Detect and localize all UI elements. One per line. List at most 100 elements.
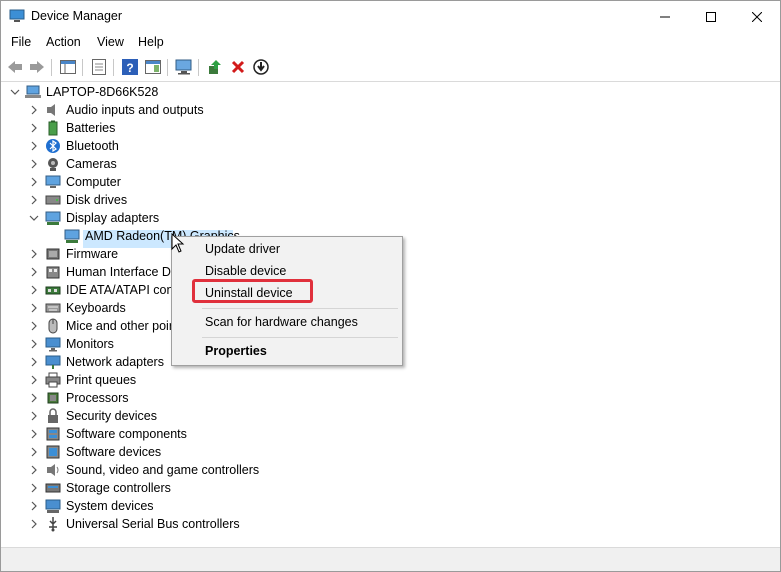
chevron-right-icon[interactable] — [29, 285, 39, 295]
tree-category-label[interactable]: Universal Serial Bus controllers — [66, 515, 240, 533]
chevron-right-icon[interactable] — [29, 195, 39, 205]
tree-category-label[interactable]: Sound, video and game controllers — [66, 461, 259, 479]
sound-icon — [45, 462, 61, 478]
tree-category-label[interactable]: Audio inputs and outputs — [66, 101, 204, 119]
tree-category-label[interactable]: Display adapters — [66, 209, 159, 227]
close-icon — [752, 11, 762, 22]
tree-category-label[interactable]: Mice and other poir — [66, 317, 173, 335]
chevron-right-icon[interactable] — [29, 483, 39, 493]
keyboard-icon — [45, 300, 61, 316]
forward-button[interactable] — [28, 58, 46, 76]
help-toolbar-button[interactable]: ? — [121, 58, 139, 76]
window-title: Device Manager — [31, 9, 123, 23]
tree-category-label[interactable]: Human Interface De — [66, 263, 178, 281]
chevron-right-icon[interactable] — [29, 105, 39, 115]
tree-root-label[interactable]: LAPTOP-8D66K528 — [46, 83, 158, 101]
scan-hardware-menu-item[interactable]: Scan for hardware changes — [205, 315, 358, 329]
chevron-right-icon[interactable] — [29, 249, 39, 259]
display-adapter-icon — [64, 228, 80, 244]
update-driver-icon — [209, 60, 221, 74]
ide-icon — [45, 282, 61, 298]
download-circle-icon — [253, 59, 269, 75]
chevron-right-icon[interactable] — [29, 465, 39, 475]
title-bar[interactable]: Device Manager — [1, 1, 780, 32]
update-driver-menu-item[interactable]: Update driver — [205, 242, 280, 256]
disable-device-toolbar-button[interactable] — [252, 58, 270, 76]
tree-category-label[interactable]: Software components — [66, 425, 187, 443]
action-pane-button[interactable] — [144, 58, 162, 76]
chevron-down-icon[interactable] — [29, 213, 39, 223]
chevron-right-icon[interactable] — [29, 339, 39, 349]
device-manager-app-icon — [9, 9, 25, 22]
display-adapter-icon — [45, 210, 61, 226]
tree-category-label[interactable]: Storage controllers — [66, 479, 171, 497]
software-device-icon — [45, 444, 61, 460]
tree-category-label[interactable]: IDE ATA/ATAPI contr — [66, 281, 181, 299]
uninstall-toolbar-button[interactable] — [229, 58, 247, 76]
tree-category-label[interactable]: Keyboards — [66, 299, 126, 317]
computer-icon — [45, 174, 61, 190]
chevron-right-icon[interactable] — [29, 411, 39, 421]
toolbar: ? — [1, 54, 780, 82]
firmware-icon — [45, 246, 61, 262]
forward-arrow-icon — [30, 61, 44, 73]
chevron-right-icon[interactable] — [29, 159, 39, 169]
tree-category-label[interactable]: Processors — [66, 389, 129, 407]
chevron-right-icon[interactable] — [29, 177, 39, 187]
chevron-right-icon[interactable] — [29, 501, 39, 511]
action-pane-icon — [145, 60, 161, 74]
tree-category-label[interactable]: Computer — [66, 173, 121, 191]
battery-icon — [45, 120, 61, 136]
laptop-icon — [25, 84, 41, 100]
tree-category-label[interactable]: Security devices — [66, 407, 157, 425]
tree-category-label[interactable]: Firmware — [66, 245, 118, 263]
chevron-right-icon[interactable] — [29, 303, 39, 313]
network-icon — [45, 354, 61, 370]
tree-category-label[interactable]: Cameras — [66, 155, 117, 173]
maximize-icon — [706, 11, 716, 22]
chevron-right-icon[interactable] — [29, 393, 39, 403]
tree-category-label[interactable]: Monitors — [66, 335, 114, 353]
menu-action[interactable]: Action — [46, 35, 81, 49]
properties-toolbar-button[interactable] — [90, 58, 108, 76]
system-icon — [45, 498, 61, 514]
menu-help[interactable]: Help — [138, 35, 164, 49]
chevron-right-icon[interactable] — [29, 357, 39, 367]
scan-hardware-button[interactable] — [175, 58, 193, 76]
chevron-right-icon[interactable] — [29, 447, 39, 457]
properties-menu-item[interactable]: Properties — [205, 344, 267, 358]
processor-icon — [45, 390, 61, 406]
maximize-button[interactable] — [688, 1, 734, 32]
close-button[interactable] — [734, 1, 780, 32]
software-component-icon — [45, 426, 61, 442]
tree-category-label[interactable]: Network adapters — [66, 353, 164, 371]
tree-category-label[interactable]: Software devices — [66, 443, 161, 461]
tree-category-label[interactable]: Disk drives — [66, 191, 127, 209]
menu-separator — [202, 337, 398, 338]
menu-view[interactable]: View — [97, 35, 124, 49]
show-hide-console-tree-button[interactable] — [59, 58, 77, 76]
chevron-right-icon[interactable] — [29, 141, 39, 151]
chevron-right-icon[interactable] — [29, 267, 39, 277]
chevron-right-icon[interactable] — [29, 123, 39, 133]
chevron-right-icon[interactable] — [29, 519, 39, 529]
console-tree-icon — [60, 60, 76, 74]
bluetooth-icon — [45, 138, 61, 154]
speaker-icon — [45, 102, 61, 118]
tree-category-label[interactable]: Print queues — [66, 371, 136, 389]
back-button[interactable] — [6, 58, 24, 76]
chevron-right-icon[interactable] — [29, 375, 39, 385]
menu-file[interactable]: File — [11, 35, 31, 49]
red-x-icon — [231, 60, 245, 74]
tree-category-label[interactable]: Batteries — [66, 119, 115, 137]
tree-category-label[interactable]: System devices — [66, 497, 154, 515]
minimize-button[interactable] — [642, 1, 688, 32]
mouse-icon — [45, 318, 61, 334]
update-driver-toolbar-button[interactable] — [206, 58, 224, 76]
chevron-down-icon[interactable] — [10, 87, 20, 97]
chevron-right-icon[interactable] — [29, 321, 39, 331]
tree-category-label[interactable]: Bluetooth — [66, 137, 119, 155]
chevron-right-icon[interactable] — [29, 429, 39, 439]
disable-device-menu-item[interactable]: Disable device — [205, 264, 286, 278]
properties-sheet-icon — [92, 59, 106, 75]
